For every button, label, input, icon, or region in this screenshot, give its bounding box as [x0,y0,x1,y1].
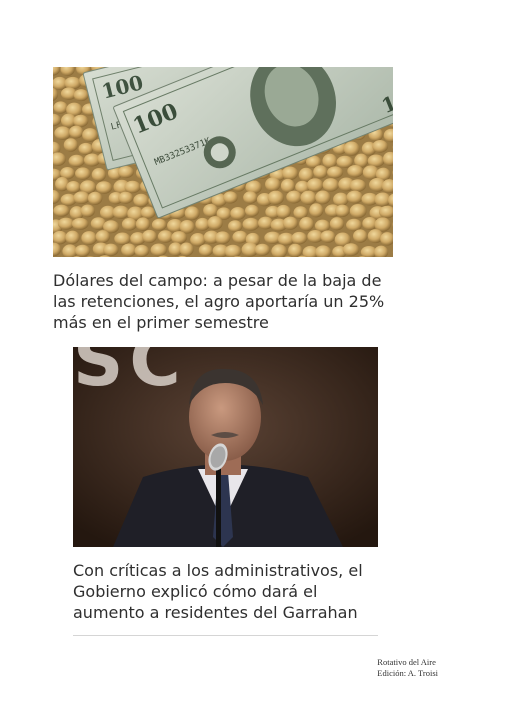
soybean [64,76,82,90]
soybean [73,89,89,102]
soybean [171,231,187,244]
soybean [322,153,338,169]
soybean [346,190,363,204]
soybean [53,204,70,217]
soybean [242,217,260,231]
soybean [190,233,206,247]
headline-garrahan[interactable]: Con críticas a los administrativos, el G… [73,560,383,623]
soybean [198,244,213,257]
soybean [117,165,134,179]
credit-block: Rotativo del Aire Edición: A. Troisi [377,657,438,679]
soybean [254,243,270,256]
credit-editor: Edición: A. Troisi [377,668,438,678]
soybean [228,220,243,233]
soybean [135,217,151,231]
soybean [306,178,324,192]
soybean [114,232,131,246]
soybean [291,231,308,245]
soybean [95,230,111,244]
soybean [87,191,103,205]
soybean [103,243,119,257]
soybean [214,231,231,245]
soybean [68,154,85,168]
soybean [142,229,157,244]
soybean [286,190,302,204]
soybean [313,165,328,179]
soybean [63,138,79,152]
soybean [372,139,389,153]
soybean [203,203,218,218]
soybean [65,230,80,245]
soybean [66,180,81,194]
soybean [320,230,336,243]
soybean [333,192,349,207]
credit-source: Rotativo del Aire [377,657,436,667]
soybean [353,229,368,243]
soybean [315,190,331,205]
soybean [134,244,150,257]
soybean [112,205,130,219]
soybean [342,243,360,257]
soybean [75,167,91,180]
soybean [343,141,360,156]
soybean [157,230,174,243]
soybean [276,204,291,219]
headline-campo-dollars[interactable]: Dólares del campo: a pesar de la baja de… [53,270,398,333]
soybean [282,216,298,230]
soybean [150,243,167,257]
soybean [53,101,68,114]
soybean [121,243,137,257]
soybean [243,191,258,204]
soybeans-dollars-photo: 100 LF11837625L 100 MB33253371K 100 [53,67,393,257]
soybean [257,216,274,230]
soybean [133,193,149,208]
soybean [184,206,200,221]
soybean [300,190,317,205]
soybean [288,243,303,257]
soybean [207,216,223,231]
soybean [73,191,90,205]
soybean [57,217,75,230]
soybean [327,166,344,179]
soybean [74,244,91,257]
official-speaking-photo: SC [73,347,378,547]
soybean [82,128,98,142]
soybean [195,217,210,231]
soybean [329,217,345,231]
soybean [91,168,106,182]
soybean [71,217,89,230]
backdrop-letters: SC [73,347,187,402]
soybean [349,203,367,219]
soybean [347,164,364,178]
soybean [230,206,246,220]
soybean [309,203,324,218]
soybean [179,242,194,257]
soybean [69,125,84,139]
soybean [81,231,97,246]
soybean [124,180,141,194]
soybean [140,206,156,219]
soybean [244,204,260,217]
soybean [322,178,339,192]
soybean [349,179,367,192]
soybean [335,204,350,218]
soybean [223,191,238,204]
soybean [95,181,113,194]
soybean [299,216,314,232]
soybean [281,166,299,181]
soybean [80,204,95,218]
soybean [367,154,385,168]
soybean [54,126,72,141]
soybean [118,191,134,204]
divider [73,635,378,636]
soybean [121,217,137,231]
soybean [267,190,284,205]
soybean [151,218,167,231]
soybean [265,177,281,192]
soybean [232,230,248,244]
soybean [78,142,94,156]
soybean [73,114,89,128]
